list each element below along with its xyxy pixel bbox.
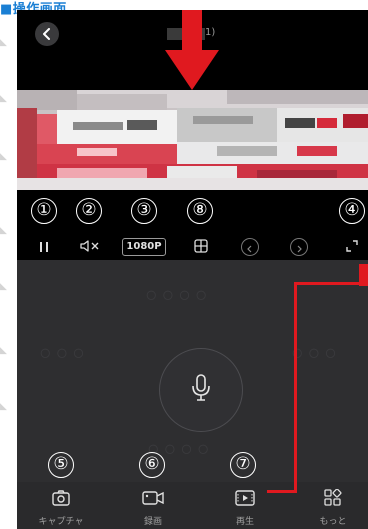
app-screen: 1) ① ② ③ ⑧ ④ 1080P ◦◦◦◦ ◦◦◦ ◦◦◦ ◦◦◦◦ ⑤ ⑥… — [17, 10, 368, 529]
live-video-feed[interactable] — [17, 90, 368, 190]
tab-label: 再生 — [235, 517, 254, 527]
previous-button[interactable] — [241, 238, 259, 256]
callout-number-1: ① — [31, 198, 57, 224]
next-button[interactable] — [290, 238, 308, 256]
tab-label: もっと — [319, 517, 347, 527]
callout-line — [267, 490, 297, 493]
side-decoration: ◣ — [0, 402, 7, 412]
callout-number-4: ④ — [339, 198, 365, 224]
side-decoration: ◣ — [0, 152, 7, 162]
callout-number-2: ② — [76, 198, 102, 224]
down-arrow-annotation — [165, 10, 219, 90]
side-decoration: ◣ — [0, 94, 7, 104]
watermark: ◦◦◦ — [37, 340, 87, 370]
more-grid-icon — [324, 488, 342, 508]
speaker-muted-icon — [79, 238, 101, 257]
callout-number-7: ⑦ — [230, 452, 256, 478]
callout-number-6: ⑥ — [139, 452, 165, 478]
microphone-icon — [191, 373, 211, 407]
pause-button[interactable] — [34, 238, 54, 256]
side-decoration: ◣ — [0, 282, 7, 292]
fullscreen-button[interactable] — [342, 238, 362, 256]
camera-icon — [52, 488, 70, 508]
talk-button[interactable] — [159, 348, 243, 432]
side-decoration: ◣ — [0, 226, 7, 236]
callout-number-3: ③ — [131, 198, 157, 224]
callout-line — [294, 282, 297, 493]
callout-line — [294, 282, 368, 285]
split-view-button[interactable] — [191, 238, 211, 256]
tab-record[interactable]: 録画 — [113, 482, 193, 529]
tab-capture[interactable]: キャプチャ — [21, 482, 101, 529]
grid-icon — [194, 238, 208, 257]
bottom-tab-bar: キャプチャ 録画 再生 もっと — [17, 482, 368, 529]
chevron-right-icon — [295, 238, 303, 257]
back-button[interactable] — [35, 22, 59, 46]
tab-label: キャプチャ — [38, 517, 84, 527]
callout-marker — [359, 264, 368, 286]
chevron-left-icon — [246, 238, 254, 257]
pause-icon — [38, 238, 50, 257]
tab-more[interactable]: もっと — [293, 482, 368, 529]
side-decoration: ◣ — [0, 38, 7, 48]
chevron-left-icon — [42, 25, 52, 44]
playback-icon — [235, 488, 255, 508]
mute-button[interactable] — [77, 238, 103, 256]
control-bar: ① ② ③ ⑧ ④ 1080P — [17, 190, 368, 260]
callout-number-5: ⑤ — [48, 452, 74, 478]
fullscreen-icon — [345, 238, 359, 257]
watermark: ◦◦◦◦ — [143, 282, 210, 312]
video-record-icon — [142, 488, 164, 508]
callout-number-8: ⑧ — [187, 198, 213, 224]
resolution-button[interactable]: 1080P — [122, 238, 166, 256]
side-decoration: ◣ — [0, 346, 7, 356]
tab-label: 録画 — [143, 517, 162, 527]
